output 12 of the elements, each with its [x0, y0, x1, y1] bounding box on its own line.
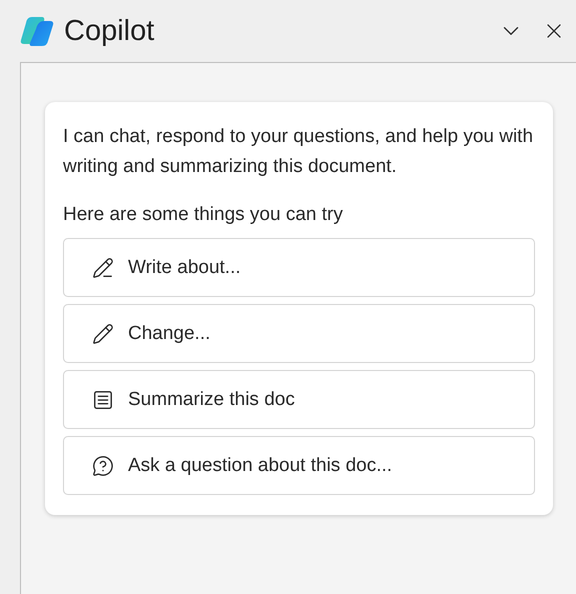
list-icon — [92, 388, 114, 410]
pencil-lines-icon — [92, 256, 114, 278]
suggestion-button[interactable]: Write about... — [63, 238, 535, 297]
prompt-text: Here are some things you can try — [63, 203, 344, 227]
question-bubble-icon — [92, 454, 114, 476]
intro-text: I can chat, respond to your questions, and help you with writing and summarizing this document. — [63, 125, 534, 179]
suggestion-button[interactable]: Change... — [63, 304, 535, 363]
suggestion-button[interactable]: Ask a question about this doc... — [63, 436, 535, 495]
copilot-logo-icon — [20, 15, 54, 47]
panel-title: Copilot — [64, 14, 156, 48]
suggestion-button[interactable]: Summarize this doc — [63, 370, 535, 429]
pencil-icon — [92, 322, 114, 344]
